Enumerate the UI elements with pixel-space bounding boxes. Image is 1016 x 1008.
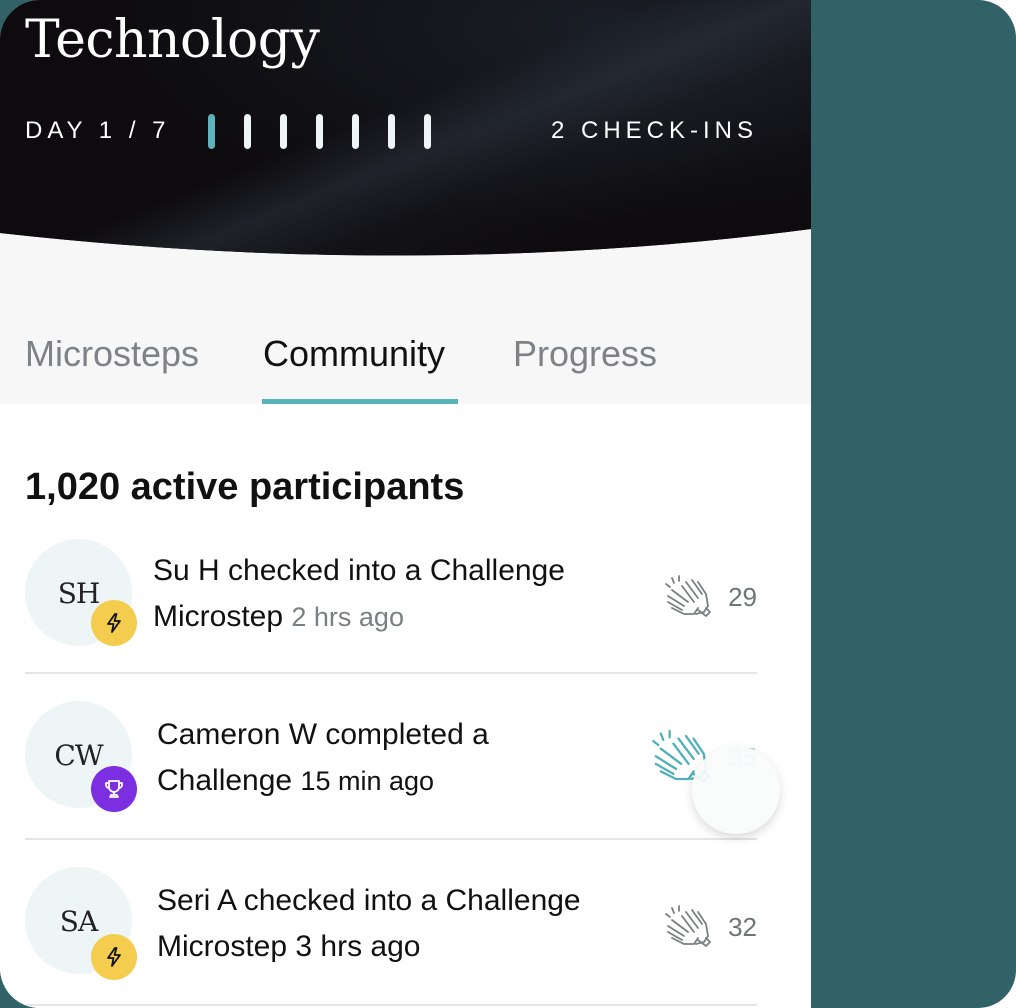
- day-bar-7: [424, 114, 431, 149]
- clap-button[interactable]: 32: [662, 902, 757, 952]
- app-screen: Technology DAY 1 / 7 2 CHECK-INS Microst…: [0, 0, 811, 1008]
- feed-message-line2: Challenge: [157, 764, 293, 797]
- feed-message-line1: Su H checked into a Challenge: [153, 554, 565, 587]
- clap-count: 32: [728, 911, 757, 942]
- day-bar-4: [316, 114, 323, 149]
- feed-time: 2 hrs ago: [291, 602, 404, 632]
- feed-message-line2: Microstep: [153, 600, 284, 633]
- feed-message: Su H checked into a Challenge Microstep …: [153, 548, 623, 640]
- lightning-icon: [91, 600, 137, 646]
- day-bar-2: [244, 114, 251, 149]
- tab-microsteps[interactable]: Microsteps: [25, 333, 199, 375]
- avatar-initials: SA: [59, 905, 98, 938]
- day-bar-6: [388, 114, 395, 149]
- feed-time: 3 hrs ago: [295, 930, 421, 963]
- tab-bar: Microsteps Community Progress: [0, 300, 811, 404]
- trophy-icon: [91, 766, 137, 812]
- divider: [25, 1004, 757, 1006]
- feed-message: Cameron W completed a Challenge 15 min a…: [157, 712, 627, 804]
- feed-message: Seri A checked into a Challenge Microste…: [157, 878, 627, 970]
- touch-indicator: [692, 746, 780, 834]
- feed-message-line1: Cameron W completed a: [157, 718, 489, 751]
- challenge-header: Technology DAY 1 / 7 2 CHECK-INS: [0, 0, 811, 300]
- feed-item: SH Su H checked into a Challenge Microst…: [25, 508, 757, 674]
- day-bar-3: [280, 114, 287, 149]
- clap-count: 29: [728, 581, 757, 612]
- clap-icon: [662, 572, 714, 622]
- clap-button[interactable]: 29: [662, 572, 757, 622]
- feed-message-line1: Seri A checked into a Challenge: [157, 884, 581, 917]
- tab-community[interactable]: Community: [263, 333, 445, 375]
- feed-time: 15 min ago: [300, 766, 435, 796]
- feed-message-line2: Microstep: [157, 930, 288, 963]
- participants-count: 1,020 active participants: [25, 466, 465, 508]
- day-bar-1: [208, 114, 215, 149]
- lightning-icon: [91, 934, 137, 980]
- checkins-count: 2 CHECK-INS: [550, 117, 758, 144]
- clap-icon: [662, 902, 714, 952]
- tab-progress[interactable]: Progress: [513, 333, 657, 375]
- day-bar-5: [352, 114, 359, 149]
- feed-item: SA Seri A checked into a Challenge Micro…: [25, 840, 757, 1006]
- day-counter: DAY 1 / 7: [25, 117, 171, 144]
- challenge-title: Technology: [25, 10, 320, 70]
- feed-item: CW Cameron W completed a Challenge 15 mi…: [25, 674, 757, 840]
